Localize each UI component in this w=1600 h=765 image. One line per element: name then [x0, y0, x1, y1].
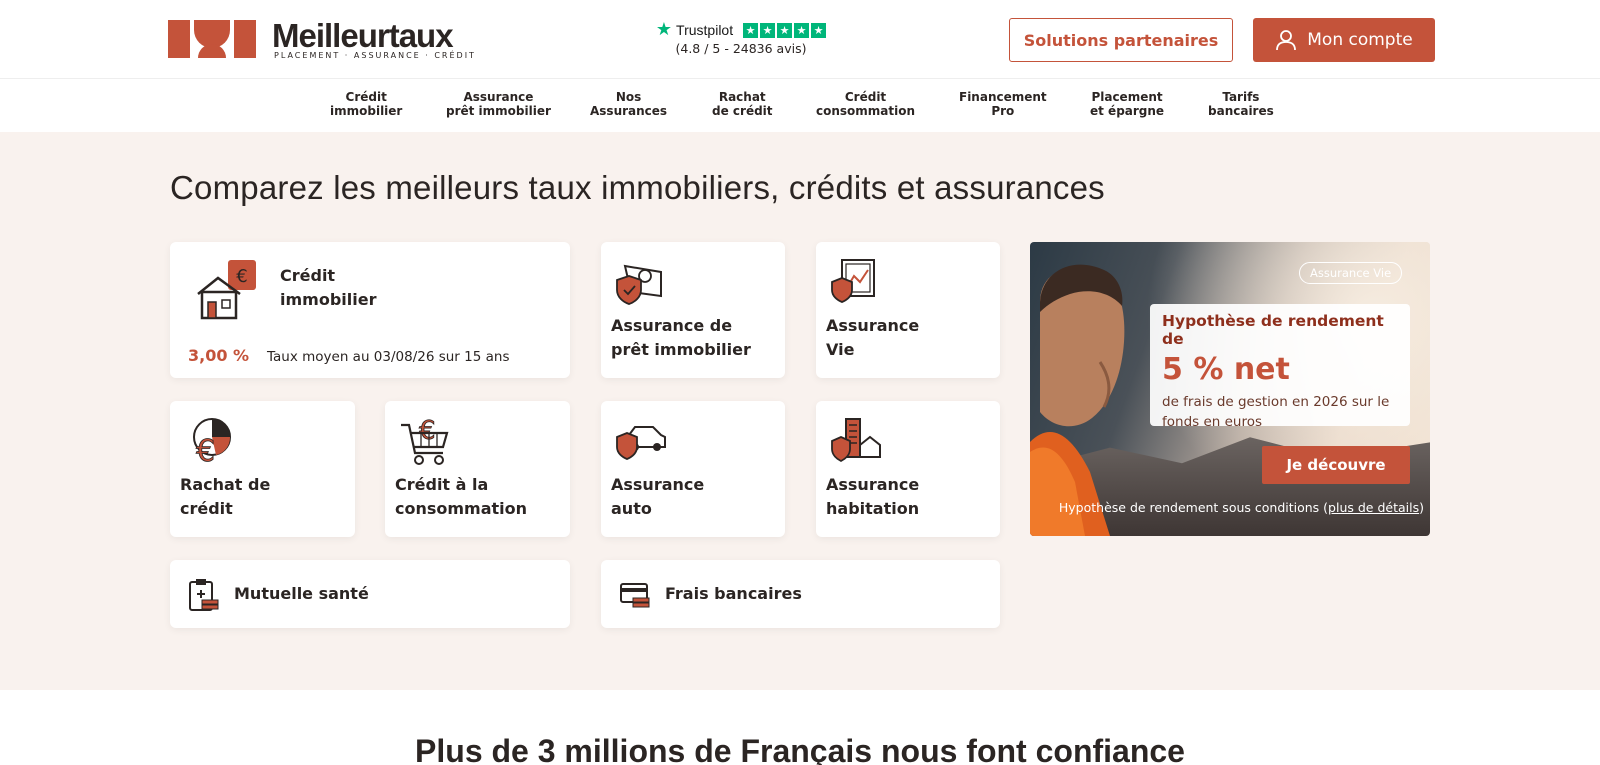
- card-title: Crédit immobilier: [280, 266, 377, 309]
- promo-details-link[interactable]: plus de détails: [1328, 500, 1419, 515]
- card-title: Assurance auto: [611, 475, 705, 518]
- nav-item-tarifs-bancaires[interactable]: Tarifs bancaires: [1208, 90, 1274, 118]
- card-title: Assurance Vie: [826, 316, 920, 359]
- account-button[interactable]: Mon compte: [1253, 18, 1435, 62]
- promo-note-suffix: ): [1419, 500, 1424, 515]
- bank-card-icon: [620, 583, 650, 608]
- main-nav: Crédit immobilier Assurance prêt immobil…: [0, 80, 1600, 132]
- nav-item-credit-immobilier[interactable]: Crédit immobilier: [330, 90, 402, 118]
- nav-item-credit-conso[interactable]: Crédit consommation: [816, 90, 915, 118]
- promo-cta-button[interactable]: Je découvre: [1262, 446, 1410, 484]
- card-assurance-vie[interactable]: Assurance Vie: [816, 242, 1000, 378]
- euro-pie-icon: €: [193, 418, 231, 469]
- nav-item-rachat-credit[interactable]: Rachat de crédit: [712, 90, 773, 118]
- promo-cta-label: Je découvre: [1286, 456, 1386, 474]
- trustpilot-star-icon: ★: [655, 19, 673, 40]
- shield-chart-icon: [831, 259, 875, 303]
- card-mutuelle-sante[interactable]: Mutuelle santé: [170, 560, 570, 628]
- card-title: Assurance habitation: [826, 475, 920, 518]
- card-credit-consommation[interactable]: € Crédit à la consommation: [385, 401, 570, 537]
- svg-text:€: €: [236, 266, 247, 287]
- rate-value: 3,00 %: [188, 346, 250, 365]
- nav-item-nos-assurances[interactable]: Nos Assurances: [590, 90, 667, 118]
- user-icon: [1276, 30, 1297, 51]
- brand-name: Meilleurtaux: [272, 17, 454, 54]
- hero-section: Comparez les meilleurs taux immobiliers,…: [0, 132, 1600, 690]
- promo-portrait-image: [1030, 264, 1125, 536]
- card-assurance-habitation[interactable]: Assurance habitation: [816, 401, 1000, 537]
- card-rachat-credit[interactable]: € Rachat de crédit: [170, 401, 355, 537]
- trustpilot-score: (4.8 / 5 - 24836 avis): [675, 41, 807, 56]
- nav-item-placement-epargne[interactable]: Placement et épargne: [1090, 90, 1164, 118]
- account-button-label: Mon compte: [1307, 30, 1413, 50]
- star-icon: ★: [743, 22, 759, 38]
- promo-headline: Hypothèse de rendement de: [1162, 312, 1384, 348]
- cart-euro-icon: €: [401, 416, 449, 465]
- promo-yield: 5 % net: [1162, 352, 1290, 387]
- trust-section-title: Plus de 3 millions de Français nous font…: [415, 733, 1185, 765]
- logo-mark-icon: [168, 20, 256, 58]
- trustpilot-name: Trustpilot: [676, 22, 734, 38]
- card-frais-bancaires[interactable]: Frais bancaires: [601, 560, 1000, 628]
- promo-note-prefix: Hypothèse de rendement sous conditions (: [1058, 500, 1329, 515]
- card-title: Mutuelle santé: [234, 584, 369, 603]
- page-title: Comparez les meilleurs taux immobiliers,…: [170, 169, 1105, 206]
- star-icon: ★: [777, 22, 793, 38]
- card-title: Rachat de crédit: [180, 475, 271, 518]
- promo-subtext: de frais de gestion en 2026 sur le fonds…: [1162, 394, 1390, 430]
- svg-text:€: €: [196, 434, 215, 469]
- shield-building-icon: [831, 418, 881, 463]
- star-icon: ★: [811, 22, 827, 38]
- partners-button-label: Solutions partenaires: [1023, 30, 1219, 50]
- card-credit-immobilier[interactable]: € Crédit immobilier 3,00 % Taux moyen au…: [170, 242, 570, 378]
- promo-assurance-vie[interactable]: Assurance Vie Hypothèse de rendement de …: [1030, 242, 1430, 536]
- shield-car-icon: [616, 426, 666, 460]
- star-icon: ★: [760, 22, 776, 38]
- card-title: Crédit à la consommation: [395, 475, 528, 518]
- promo-badge: Assurance Vie: [1299, 262, 1403, 284]
- partners-button[interactable]: Solutions partenaires: [1009, 18, 1233, 62]
- rate-description: Taux moyen au 03/08/26 sur 15 ans: [267, 349, 510, 365]
- clipboard-health-icon: [189, 579, 219, 611]
- card-title: Frais bancaires: [665, 584, 802, 603]
- promo-disclaimer: Hypothèse de rendement sous conditions (…: [1054, 500, 1424, 515]
- trustpilot-rating[interactable]: ★ Trustpilot ★ ★ ★ ★ ★ (4.8 / 5 - 24836 …: [655, 19, 827, 60]
- nav-item-financement-pro[interactable]: Financement Pro: [959, 90, 1047, 118]
- brand-tagline: PLACEMENT · ASSURANCE · CRÉDIT: [274, 51, 476, 60]
- site-header: Meilleurtaux PLACEMENT · ASSURANCE · CRÉ…: [0, 0, 1600, 79]
- star-icon: ★: [794, 22, 810, 38]
- card-title: Assurance de prêt immobilier: [611, 316, 751, 359]
- card-assurance-auto[interactable]: Assurance auto: [601, 401, 785, 537]
- trustpilot-stars: ★ ★ ★ ★ ★: [743, 22, 827, 38]
- brand-logo[interactable]: Meilleurtaux PLACEMENT · ASSURANCE · CRÉ…: [168, 17, 474, 62]
- shield-house-icon: [616, 264, 662, 305]
- promo-text-box: Hypothèse de rendement de 5 % net de fra…: [1150, 304, 1410, 430]
- house-euro-icon: €: [197, 260, 256, 320]
- card-assurance-pret[interactable]: Assurance de prêt immobilier: [601, 242, 785, 378]
- nav-item-assurance-pret[interactable]: Assurance prêt immobilier: [446, 90, 551, 118]
